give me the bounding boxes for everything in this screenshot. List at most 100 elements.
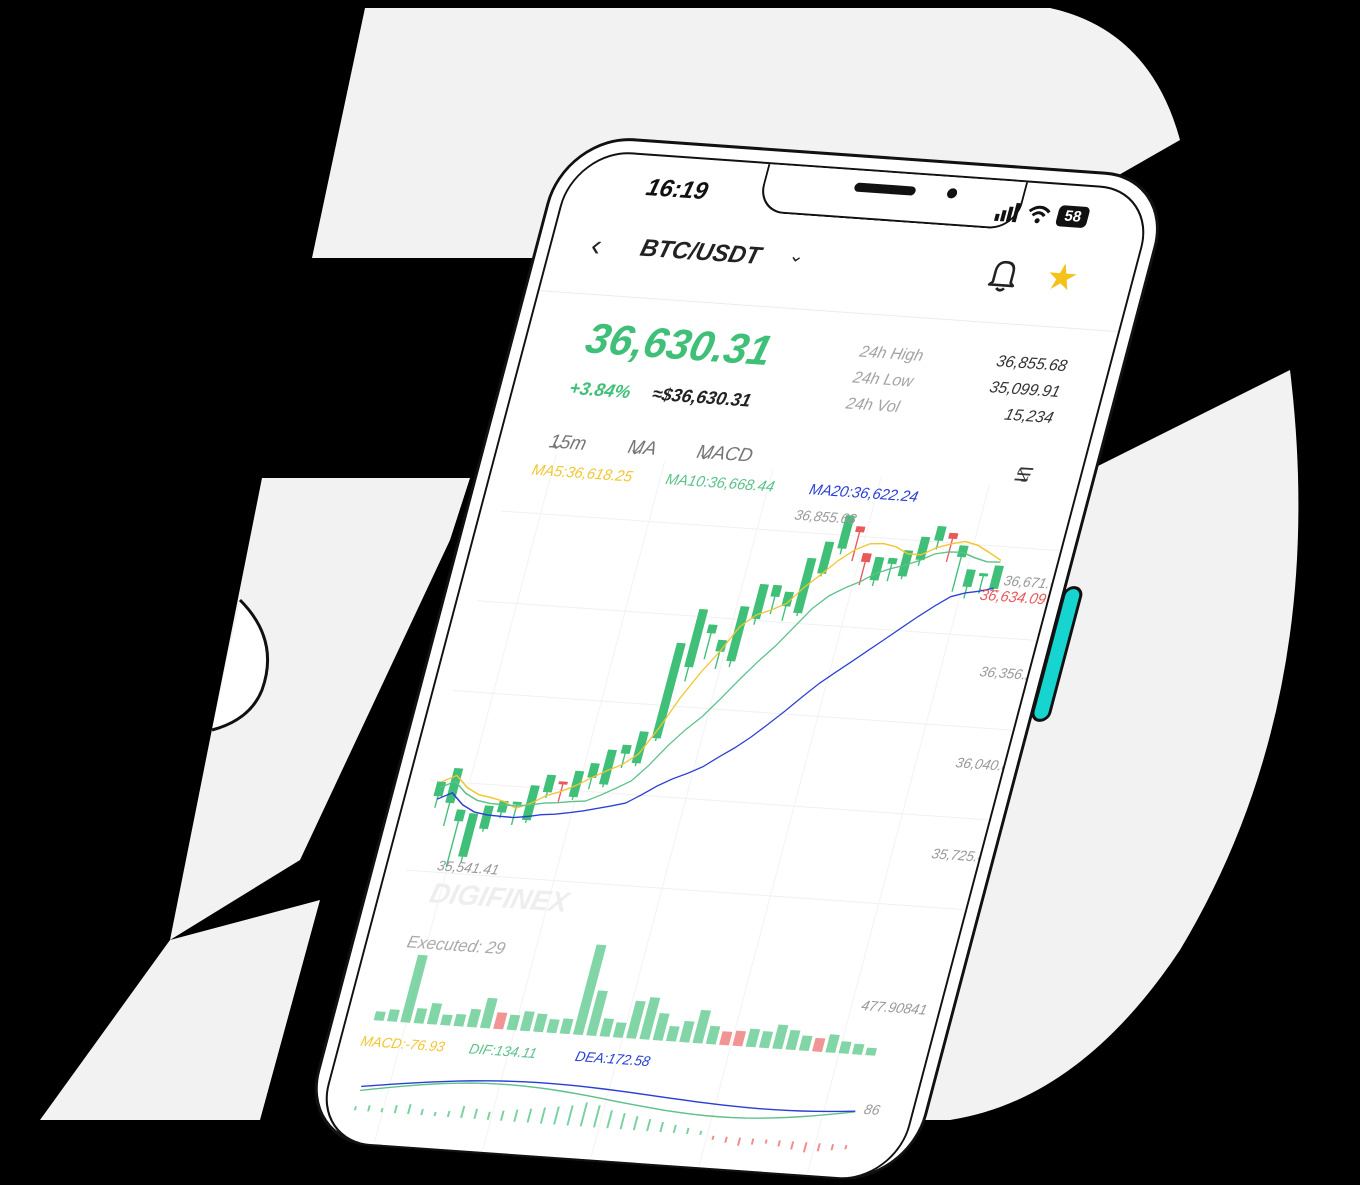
- wifi-icon: [1029, 205, 1052, 223]
- volume-bar: [493, 1012, 508, 1030]
- macd-bar: [566, 1105, 574, 1126]
- macd-bar: [433, 1111, 437, 1117]
- macd-bar: [632, 1116, 639, 1131]
- macd-bar: [407, 1104, 412, 1115]
- candle-body: [869, 556, 885, 581]
- candle-body: [651, 642, 686, 739]
- grid-line: [477, 600, 1088, 645]
- grid-line: [453, 690, 1065, 735]
- chart-settings-icon[interactable]: ☰: [1011, 464, 1033, 486]
- candle-body: [860, 553, 872, 563]
- macd-bar: [764, 1139, 768, 1144]
- candle-body: [855, 526, 866, 533]
- volume-bar: [386, 1009, 400, 1022]
- macd-bar: [659, 1121, 665, 1133]
- macd-bar: [486, 1111, 491, 1120]
- interval-selector[interactable]: 15m ⌄: [546, 431, 589, 455]
- macd-bar: [777, 1140, 781, 1147]
- macd-bar: [790, 1141, 795, 1150]
- volume-bar: [426, 1003, 443, 1025]
- candle-body: [793, 557, 817, 614]
- indicator-selector[interactable]: MA ⌄: [625, 437, 659, 461]
- macd-bar: [553, 1106, 560, 1125]
- dea-legend: DEA:172.58: [574, 1048, 653, 1069]
- dif-legend: DIF:134.11: [467, 1040, 538, 1061]
- current-price-label: 36,634.09: [978, 587, 1049, 608]
- signal-bars-icon: [994, 202, 1023, 223]
- candle-body: [542, 774, 557, 793]
- macd-bar: [844, 1145, 848, 1150]
- ma10-legend: MA10:36,668.44: [664, 471, 777, 495]
- candle-body: [568, 770, 585, 798]
- candle-body: [478, 805, 494, 830]
- macd-bar: [646, 1119, 652, 1132]
- macd-bar: [420, 1108, 424, 1116]
- candle-body: [433, 781, 447, 797]
- watermark-logo: DIGIFINEX: [426, 876, 574, 918]
- volume-bar: [865, 1047, 877, 1056]
- macd-bar: [579, 1102, 588, 1127]
- volume-bar: [679, 1020, 695, 1043]
- macd-bar: [446, 1110, 451, 1118]
- volume-bar: [652, 1013, 670, 1041]
- last-price: 36,630.31: [580, 314, 778, 375]
- macd-legend: MACD:-76.93: [359, 1033, 447, 1055]
- volume-bar: [851, 1043, 865, 1055]
- phone-mockup: 16:19 58 ‹ BTC/USDT ⌄ ★ 36,630.31 +3.84%…: [298, 133, 1176, 1185]
- candle-body: [512, 801, 523, 806]
- bell-icon[interactable]: [982, 255, 1025, 293]
- macd-bar: [724, 1136, 728, 1143]
- volume-bar: [745, 1028, 761, 1048]
- macd-bar: [750, 1138, 755, 1145]
- volume-bar: [440, 1014, 453, 1026]
- macd-bar: [499, 1110, 505, 1121]
- macd-bar: [367, 1105, 371, 1112]
- macd-bar: [672, 1124, 677, 1134]
- star-icon[interactable]: ★: [1041, 255, 1084, 299]
- pair-title[interactable]: BTC/USDT: [637, 235, 764, 271]
- candle-body: [770, 584, 783, 598]
- macd-bar: [393, 1105, 398, 1114]
- sub-indicator-selector[interactable]: MACD ⌄: [694, 442, 755, 467]
- volume-bar: [506, 1014, 521, 1031]
- volume-bar: [413, 1008, 428, 1024]
- ma10-line: [440, 551, 1001, 807]
- volume-bar: [798, 1035, 813, 1052]
- price-change: +3.84%: [567, 377, 634, 403]
- macd-bar: [460, 1105, 466, 1118]
- chevron-down-icon[interactable]: ⌄: [787, 245, 807, 267]
- stats-panel: 24h High 36,855.68 24h Low 35,099.91 24h V…: [842, 343, 1069, 435]
- macd-bar: [526, 1108, 533, 1123]
- macd-bar: [606, 1110, 613, 1129]
- macd-bar: [736, 1137, 742, 1146]
- candle-body: [445, 767, 464, 804]
- status-icons: 58: [994, 201, 1091, 229]
- candle-body: [706, 624, 718, 634]
- volume-axis-label: 477.90841: [860, 997, 929, 1017]
- volume-bar: [838, 1041, 852, 1054]
- usd-equivalent: ≈$36,630.31: [649, 383, 754, 411]
- candle-body: [587, 762, 600, 779]
- candle-body: [956, 545, 969, 558]
- candle-body: [453, 809, 466, 822]
- macd-bar: [711, 1135, 715, 1140]
- pair-header: ‹ BTC/USDT ⌄ ★: [585, 221, 1098, 306]
- status-time: 16:19: [643, 173, 711, 206]
- volume-bar: [812, 1037, 826, 1052]
- macd-axis-label: 86: [862, 1101, 882, 1118]
- candle-body: [887, 557, 898, 565]
- macd-bar: [699, 1130, 703, 1135]
- candlestick-chart[interactable]: MA5:36,618.25 MA10:36,668.44 MA20:36,622…: [312, 448, 1156, 1183]
- macd-bar: [473, 1108, 479, 1119]
- chevron-left-icon[interactable]: ‹: [587, 229, 606, 264]
- macd-bar: [619, 1113, 626, 1130]
- macd-bar: [685, 1127, 690, 1134]
- macd-bar: [816, 1143, 821, 1152]
- volume-bar: [572, 944, 607, 1036]
- camera-dot: [945, 188, 959, 199]
- volume-bar: [785, 1029, 801, 1051]
- candle-body: [631, 731, 649, 764]
- volume-bar: [825, 1034, 840, 1053]
- volume-bar: [612, 1022, 627, 1038]
- candle-body: [948, 532, 959, 540]
